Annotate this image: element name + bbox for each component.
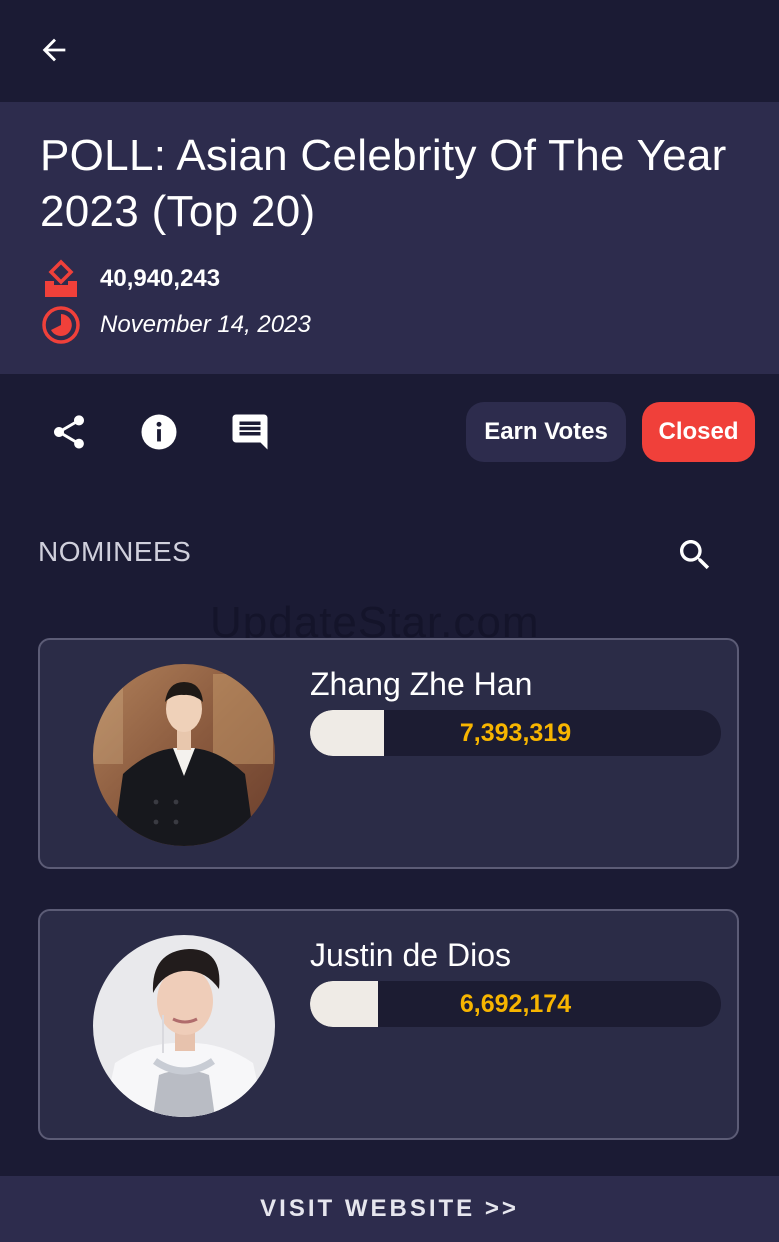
back-button[interactable] xyxy=(34,30,74,70)
nominees-heading: NOMINEES xyxy=(38,536,192,567)
nominee-name: Zhang Zhe Han xyxy=(310,666,533,702)
nominee-card[interactable]: Justin de Dios 6,692,174 xyxy=(38,909,739,1140)
visit-website-label: VISIT WEBSITE >> xyxy=(260,1195,519,1222)
search-button[interactable] xyxy=(674,534,716,576)
poll-title: POLL: Asian Celebrity Of The Year 2023 (… xyxy=(40,131,727,236)
total-votes-row: 40,940,243 xyxy=(40,258,220,300)
arrow-left-icon xyxy=(42,38,66,62)
earn-votes-button[interactable]: Earn Votes xyxy=(466,402,626,462)
nominee-photo xyxy=(93,935,275,1117)
poll-date-row: November 14, 2023 xyxy=(40,304,311,346)
info-button[interactable] xyxy=(137,410,181,454)
nominee-name: Justin de Dios xyxy=(310,937,511,973)
share-button[interactable] xyxy=(47,410,91,454)
vote-bar: 6,692,174 xyxy=(310,981,721,1027)
top-app-bar xyxy=(0,0,779,102)
ballot-box-icon xyxy=(40,258,82,300)
vote-bar: 7,393,319 xyxy=(310,710,721,756)
vote-count: 6,692,174 xyxy=(459,990,572,1018)
clock-icon xyxy=(40,304,82,346)
poll-date: November 14, 2023 xyxy=(100,311,311,338)
total-votes: 40,940,243 xyxy=(100,265,221,292)
poll-status-button[interactable]: Closed xyxy=(642,402,755,462)
nominee-card[interactable]: Zhang Zhe Han 7,393,319 xyxy=(38,638,739,869)
share-icon xyxy=(54,415,84,449)
vote-count: 7,393,319 xyxy=(459,719,572,747)
visit-website-button[interactable]: VISIT WEBSITE >> xyxy=(0,1176,779,1242)
nominee-photo xyxy=(93,664,275,846)
search-icon xyxy=(680,540,710,570)
info-icon xyxy=(141,414,177,450)
comment-icon xyxy=(232,414,268,450)
comments-button[interactable] xyxy=(228,410,272,454)
